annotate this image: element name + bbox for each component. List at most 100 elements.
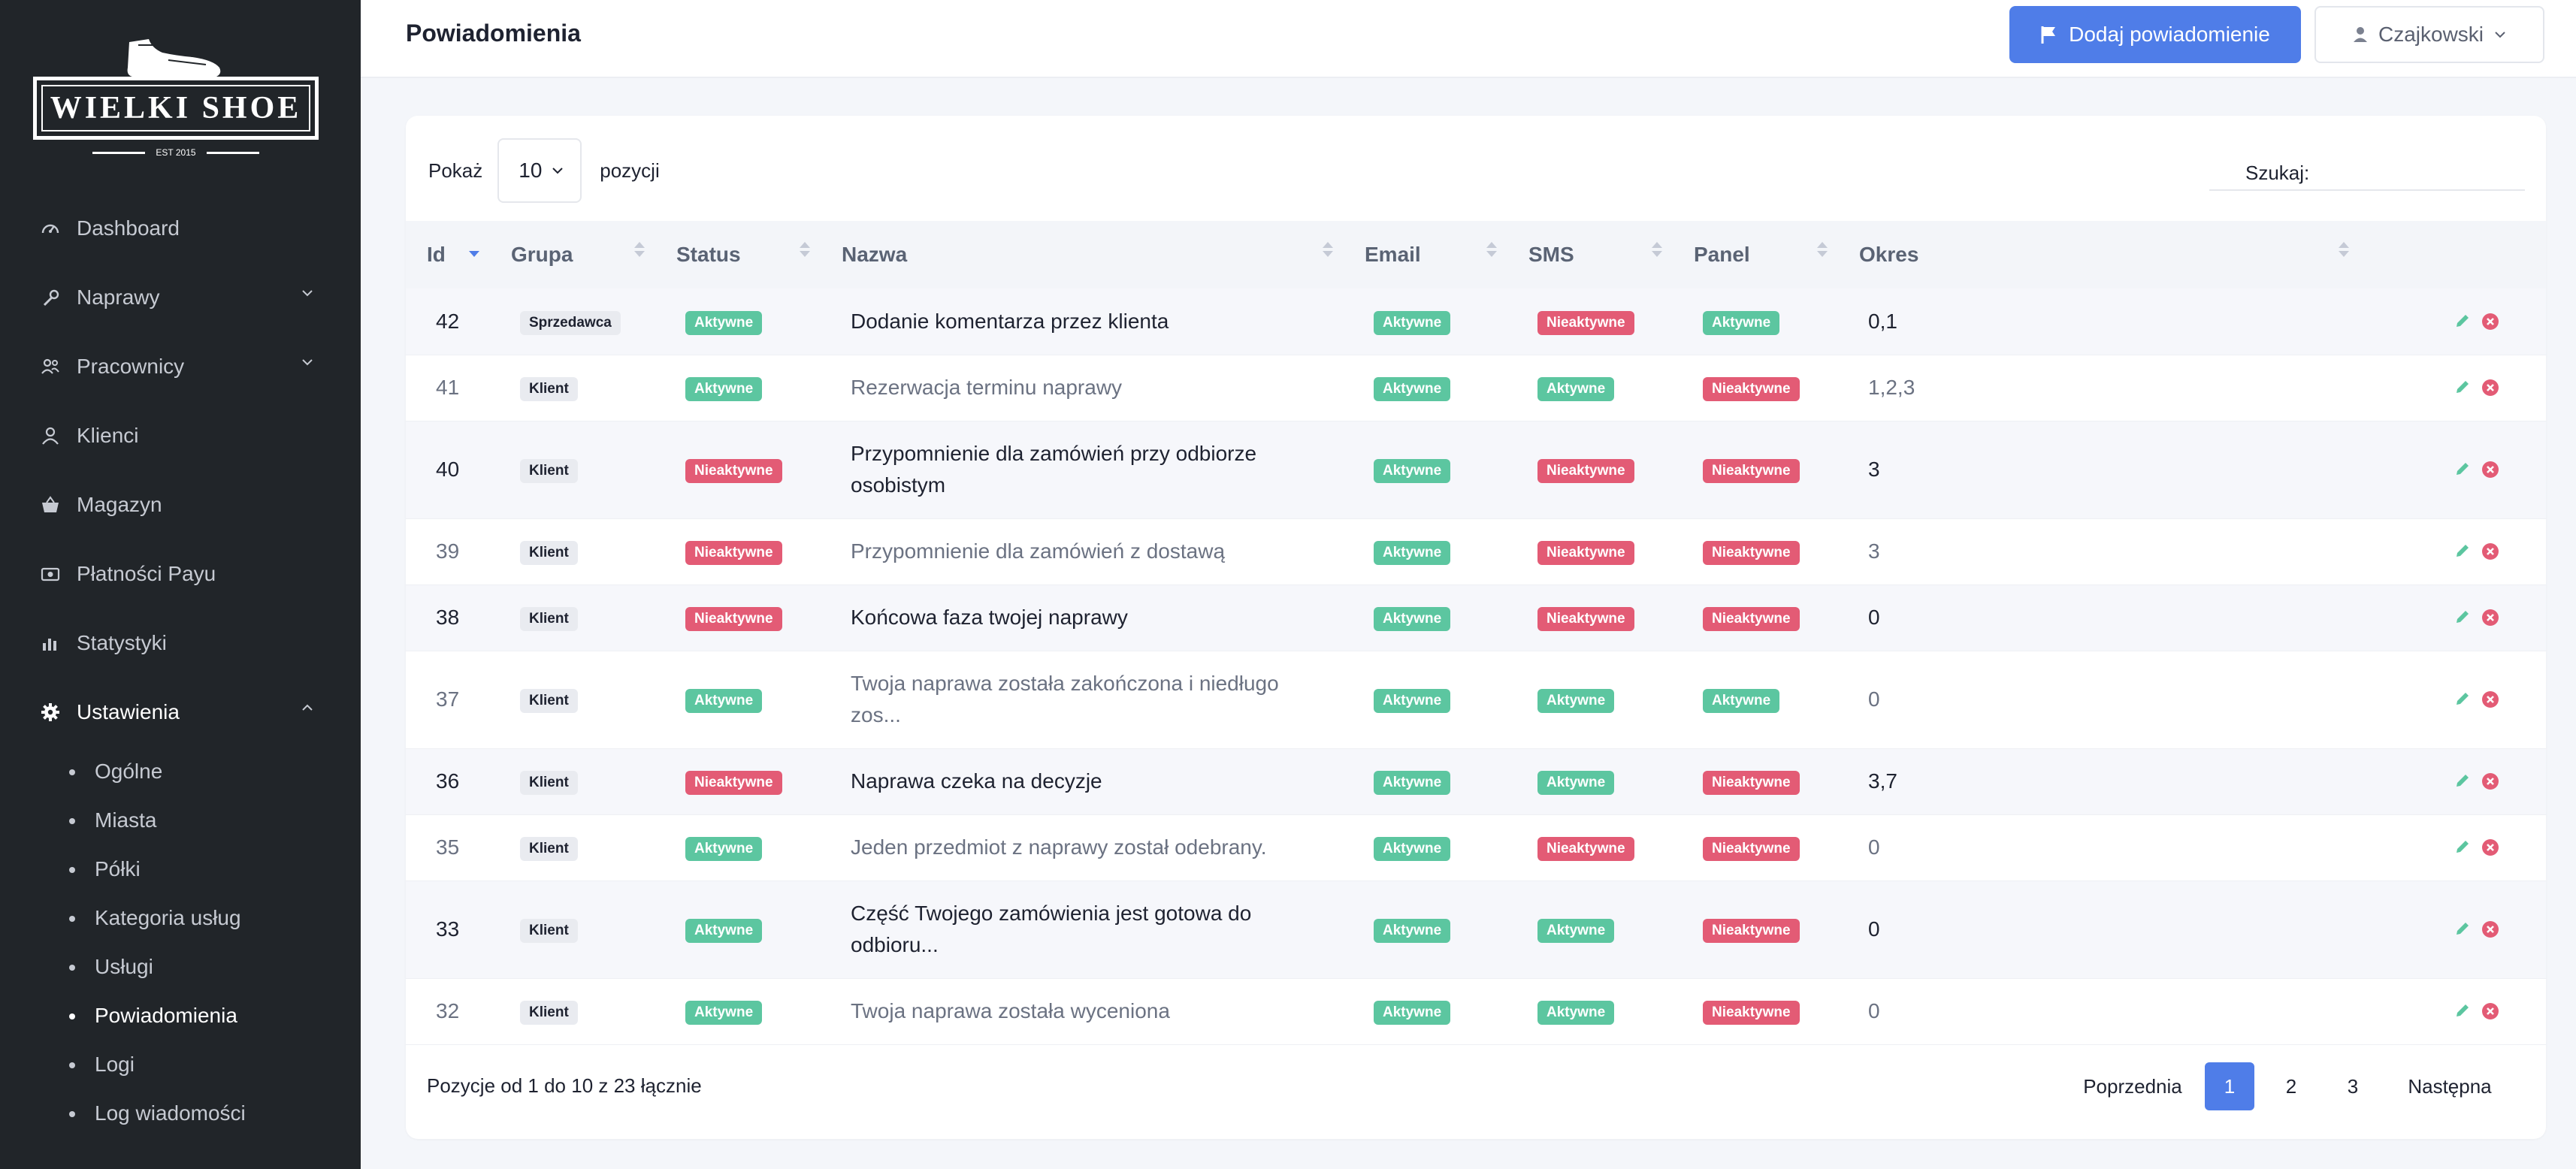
sidebar-item-klienci[interactable]: Klienci (0, 401, 361, 470)
edit-icon[interactable] (2454, 920, 2471, 937)
sms-badge: Aktywne (1537, 377, 1615, 401)
sidebar-item-ustawienia[interactable]: Ustawienia (0, 678, 361, 747)
sidebar-subitem-ogolne[interactable]: Ogólne (0, 747, 361, 796)
edit-icon[interactable] (2454, 690, 2471, 707)
page-length-select[interactable]: 10 (497, 138, 582, 203)
page-title: Powiadomienia (406, 20, 581, 47)
email-badge: Aktywne (1374, 377, 1451, 401)
panel-badge: Aktywne (1703, 689, 1780, 713)
column-header-panel[interactable]: Panel (1673, 221, 1838, 288)
email-badge: Aktywne (1374, 837, 1451, 861)
period-value: 3 (1868, 539, 1880, 563)
edit-icon[interactable] (2454, 379, 2471, 395)
delete-icon[interactable] (2481, 772, 2499, 790)
email-badge: Aktywne (1374, 1001, 1451, 1025)
actions-cell (2360, 355, 2546, 421)
page-button-2[interactable]: 2 (2260, 1062, 2322, 1110)
column-header-status[interactable]: Status (655, 221, 821, 288)
delete-icon[interactable] (2481, 1002, 2499, 1020)
name-cell: Przypomnienie dla zamówień z dostawą (821, 518, 1344, 584)
group-cell: Klient (490, 978, 655, 1044)
edit-icon[interactable] (2454, 838, 2471, 855)
column-header-id[interactable]: Id (406, 221, 490, 288)
sms-badge: Nieaktywne (1537, 607, 1634, 631)
user-name: Czajkowski (2378, 23, 2484, 46)
column-label: Grupa (511, 243, 573, 266)
name-value: Dodanie komentarza przez klienta (851, 309, 1169, 333)
actions-cell (2360, 421, 2546, 518)
sidebar-item-dashboard[interactable]: Dashboard (0, 194, 361, 263)
table-info: Pozycje od 1 do 10 z 23 łącznie (427, 1074, 702, 1097)
prev-page-button[interactable]: Poprzednia (2067, 1062, 2199, 1110)
delete-icon[interactable] (2481, 542, 2499, 560)
status-badge: Aktywne (685, 837, 763, 861)
id-cell: 39 (406, 518, 490, 584)
edit-icon[interactable] (2454, 313, 2471, 329)
delete-icon[interactable] (2481, 609, 2499, 627)
show-label: Pokaż (428, 159, 483, 182)
sidebar-subitem-kategoria-uslug[interactable]: Kategoria usług (0, 893, 361, 942)
next-page-button[interactable]: Następna (2384, 1062, 2516, 1110)
edit-icon[interactable] (2454, 1002, 2471, 1019)
panel-cell: Nieaktywne (1673, 978, 1838, 1044)
row-actions (2390, 379, 2546, 397)
delete-icon[interactable] (2481, 920, 2499, 938)
delete-icon[interactable] (2481, 313, 2499, 331)
period-value: 0 (1868, 917, 1880, 941)
group-cell: Klient (490, 748, 655, 814)
name-cell: Jeden przedmiot z naprawy został odebran… (821, 814, 1344, 881)
table-row: 32 Klient Aktywne Twoja naprawa została wyc… (406, 978, 2546, 1044)
name-value: Jeden przedmiot z naprawy został odebran… (851, 835, 1267, 859)
edit-icon[interactable] (2454, 772, 2471, 789)
user-menu-button[interactable]: Czajkowski (2314, 6, 2544, 63)
sidebar-item-naprawy[interactable]: Naprawy (0, 263, 361, 332)
email-badge: Aktywne (1374, 689, 1451, 713)
page-button-3[interactable]: 3 (2322, 1062, 2384, 1110)
sidebar-subitem-logi[interactable]: Logi (0, 1040, 361, 1089)
panel-badge: Nieaktywne (1703, 377, 1800, 401)
brand-logo[interactable]: WIELKI SHOE EST 2015 (33, 35, 322, 164)
page-button-1[interactable]: 1 (2205, 1062, 2254, 1110)
delete-icon[interactable] (2481, 690, 2499, 708)
column-label: Status (676, 243, 741, 266)
sidebar-subitem-log-wiadomosci[interactable]: Log wiadomości (0, 1089, 361, 1137)
table-row: 33 Klient Aktywne Część Twojego zamówienia … (406, 881, 2546, 978)
period-value: 0 (1868, 606, 1880, 629)
column-header-grupa[interactable]: Grupa (490, 221, 655, 288)
sidebar-item-label: Naprawy (77, 285, 160, 309)
sidebar-item-label: Statystyki (77, 631, 167, 654)
add-notification-button[interactable]: Dodaj powiadomienie (2009, 6, 2301, 63)
row-actions (2390, 313, 2546, 331)
actions-cell (2360, 881, 2546, 978)
edit-icon[interactable] (2454, 461, 2471, 477)
sidebar-item-pracownicy[interactable]: Pracownicy (0, 332, 361, 401)
sidebar-item-magazyn[interactable]: Magazyn (0, 470, 361, 539)
sort-icon (800, 242, 810, 257)
sidebar-item-statystyki[interactable]: Statystyki (0, 609, 361, 678)
delete-icon[interactable] (2481, 461, 2499, 479)
sidebar-item-platnosci[interactable]: Płatności Payu (0, 539, 361, 609)
status-cell: Aktywne (655, 288, 821, 355)
user-icon (2353, 27, 2367, 42)
delete-icon[interactable] (2481, 379, 2499, 397)
sidebar-subitem-powiadomienia[interactable]: Powiadomienia (0, 991, 361, 1040)
name-cell: Twoja naprawa została wyceniona (821, 978, 1344, 1044)
status-badge: Nieaktywne (685, 607, 782, 631)
status-cell: Aktywne (655, 355, 821, 421)
column-header-sms[interactable]: SMS (1507, 221, 1673, 288)
group-badge: Sprzedawca (520, 310, 621, 335)
gauge-icon (39, 217, 62, 240)
search-input[interactable] (2320, 161, 2572, 185)
sidebar-subitem-polki[interactable]: Półki (0, 844, 361, 893)
sidebar-subitem-miasta[interactable]: Miasta (0, 796, 361, 844)
column-header-okres[interactable]: Okres (1838, 221, 2360, 288)
group-cell: Klient (490, 518, 655, 584)
delete-icon[interactable] (2481, 838, 2499, 856)
column-header-email[interactable]: Email (1344, 221, 1507, 288)
edit-icon[interactable] (2454, 609, 2471, 625)
sidebar-subitem-uslugi[interactable]: Usługi (0, 942, 361, 991)
id-value: 36 (436, 769, 460, 793)
edit-icon[interactable] (2454, 542, 2471, 559)
column-header-nazwa[interactable]: Nazwa (821, 221, 1344, 288)
panel-cell: Nieaktywne (1673, 355, 1838, 421)
